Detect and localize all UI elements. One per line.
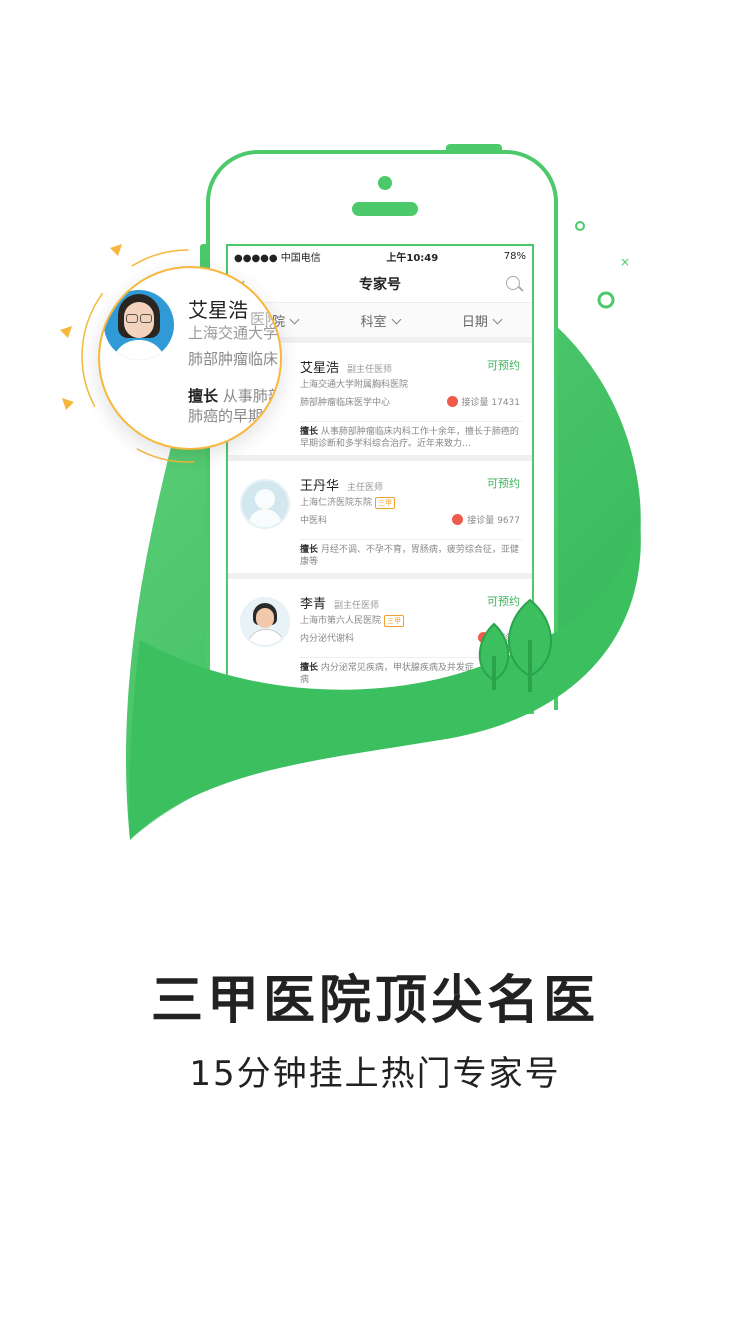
- page-headline: 三甲医院顶尖名医: [150, 971, 599, 1031]
- avatar: [104, 290, 174, 360]
- doctor-name: 艾星浩: [188, 298, 248, 322]
- leaf-foreground: [129, 520, 641, 840]
- page-subline: 15分钟挂上热门专家号: [189, 1054, 561, 1094]
- doctor-department: 肺部肿瘤临床: [188, 350, 279, 368]
- doctor-magnifier: 艾星浩 医院 上海交通大学 肺部肿瘤临床 擅长 从事肺部 肺癌的早期: [98, 266, 282, 450]
- doctor-hospital: 上海交通大学: [188, 324, 279, 342]
- doctor-skill: 擅长 从事肺部 肺癌的早期: [188, 387, 282, 425]
